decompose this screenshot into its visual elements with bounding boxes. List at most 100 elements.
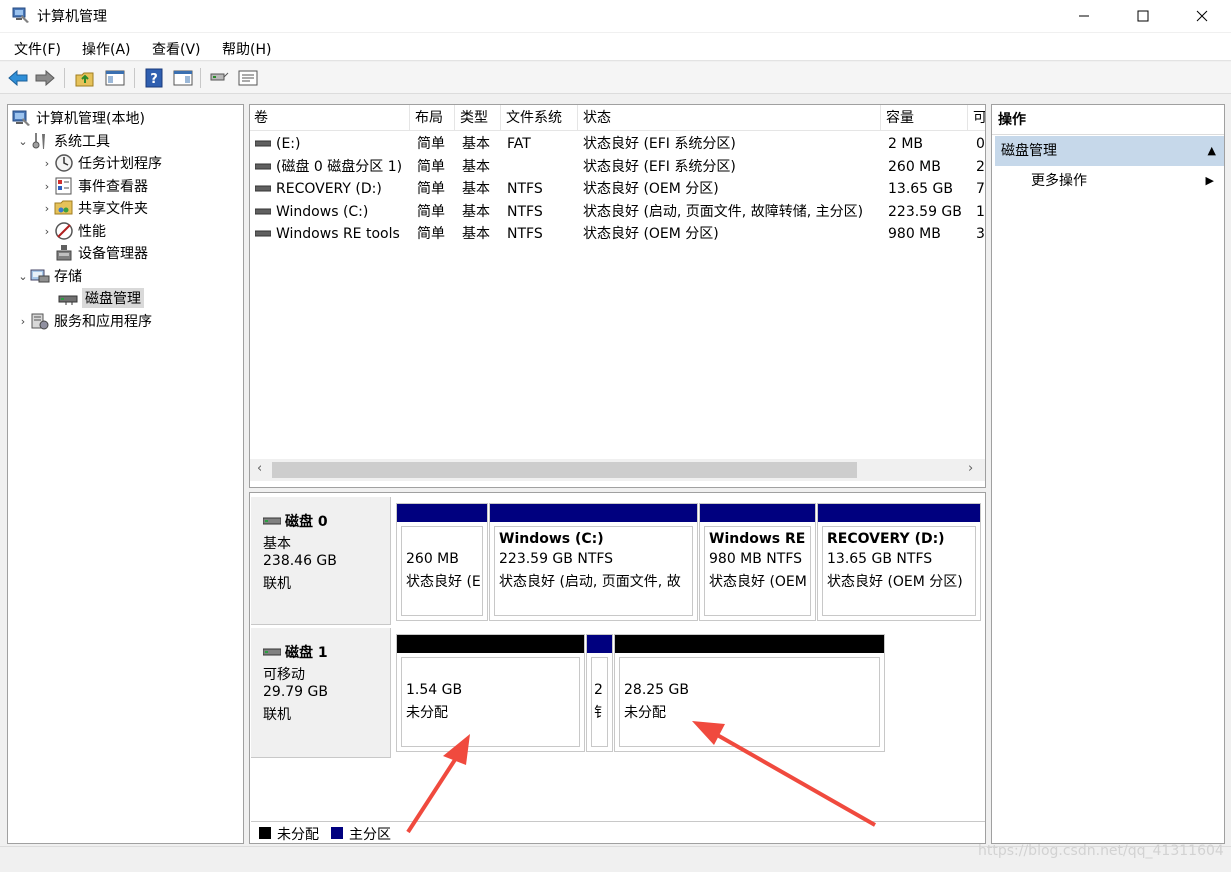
window-title: 计算机管理: [37, 9, 107, 25]
column-header-filesystem[interactable]: 文件系统: [502, 105, 578, 131]
partition-disk1-unallocated-2[interactable]: 28.25 GB 未分配: [614, 634, 885, 752]
primary-partition-bar: [587, 635, 612, 653]
column-header-layout[interactable]: 布局: [411, 105, 455, 131]
disk-icon: [263, 517, 281, 525]
tree-item-performance[interactable]: › 性能: [40, 220, 106, 242]
table-row[interactable]: Windows (C:) 简单 基本 NTFS 状态良好 (启动, 页面文件, 故障转储…: [250, 201, 985, 223]
partition-body: 28.25 GB 未分配: [619, 657, 880, 747]
volume-icon: [255, 140, 271, 147]
primary-partition-bar: [700, 504, 815, 522]
partition-disk1-primary-small[interactable]: 2 钅: [586, 634, 613, 752]
disk-size: 238.46 GB: [263, 553, 337, 569]
legend-swatch-primary: [331, 827, 343, 839]
table-row[interactable]: Windows RE tools 简单 基本 NTFS 状态良好 (OEM 分区) 980…: [250, 223, 985, 245]
maximize-button[interactable]: [1114, 0, 1172, 32]
minimize-button[interactable]: [1055, 0, 1113, 32]
tree-item-storage[interactable]: ⌄ 存储: [16, 265, 82, 287]
partition-body: RECOVERY (D:) 13.65 GB NTFS 状态良好 (OEM 分区…: [822, 526, 976, 616]
cell-free: 2: [976, 158, 985, 175]
cell-capacity: 260 MB: [888, 158, 941, 175]
tree-item-shared-folders[interactable]: › 共享文件夹: [40, 197, 148, 219]
menu-action[interactable]: 操作(A): [82, 39, 131, 59]
chevron-right-icon[interactable]: ›: [16, 315, 30, 328]
disk-kind: 基本: [263, 536, 291, 552]
tree-item-disk-management[interactable]: 磁盘管理: [58, 287, 144, 309]
storage-icon: [30, 269, 50, 283]
toolbar: ?: [0, 62, 1231, 94]
disk-1-info[interactable]: 磁盘 1 可移动 29.79 GB 联机: [251, 628, 391, 758]
more-actions-item[interactable]: 更多操作 ▶: [992, 168, 1224, 194]
disk-name: 磁盘 1: [263, 642, 328, 662]
chevron-down-icon[interactable]: ⌄: [16, 270, 30, 283]
primary-partition-bar: [818, 504, 980, 522]
tree-label: 计算机管理(本地): [36, 111, 145, 127]
menu-help[interactable]: 帮助(H): [222, 39, 271, 59]
tree-item-event-viewer[interactable]: › 事件查看器: [40, 175, 148, 197]
partition-disk0-windows-re[interactable]: Windows RE 980 MB NTFS 状态良好 (OEM: [699, 503, 816, 621]
disk-0-info[interactable]: 磁盘 0 基本 238.46 GB 联机: [251, 497, 391, 625]
column-header-status[interactable]: 状态: [579, 105, 881, 131]
chevron-right-icon[interactable]: ›: [40, 202, 54, 215]
column-header-volume[interactable]: 卷: [250, 105, 410, 131]
actions-pane: 操作 磁盘管理 ▲ 更多操作 ▶: [991, 104, 1225, 844]
tree-item-device-manager[interactable]: 设备管理器: [54, 242, 148, 264]
column-header-capacity[interactable]: 容量: [882, 105, 968, 131]
partition-title: Windows (C:): [499, 531, 604, 547]
cell-filesystem: NTFS: [507, 181, 543, 197]
chevron-right-icon[interactable]: ›: [40, 157, 54, 170]
show-hide-tree-button[interactable]: [104, 67, 126, 89]
legend-label-unallocated: 未分配: [277, 827, 319, 843]
connect-button[interactable]: [208, 67, 230, 89]
partition-size: 2: [594, 682, 603, 698]
services-icon: [31, 313, 49, 330]
scroll-right-arrow-icon[interactable]: ›: [968, 461, 973, 476]
column-header-free[interactable]: 可: [969, 105, 985, 131]
table-row[interactable]: (E:) 简单 基本 FAT 状态良好 (EFI 系统分区) 2 MB 0: [250, 133, 985, 155]
connect-icon: [210, 72, 229, 81]
back-arrow-icon: [8, 70, 28, 86]
maximize-icon: [1137, 10, 1149, 22]
volume-icon: [255, 185, 271, 192]
tree-item-computer-management[interactable]: 计算机管理(本地): [12, 107, 145, 129]
chevron-right-icon[interactable]: ›: [40, 180, 54, 193]
collapse-up-icon[interactable]: ▲: [1208, 136, 1216, 166]
close-button[interactable]: [1173, 0, 1231, 32]
cell-type: 基本: [462, 226, 490, 242]
tree-item-task-scheduler[interactable]: › 任务计划程序: [40, 152, 162, 174]
column-header-type[interactable]: 类型: [456, 105, 501, 131]
chevron-down-icon[interactable]: ⌄: [16, 135, 30, 148]
back-button[interactable]: [7, 67, 29, 89]
menu-view[interactable]: 查看(V): [152, 39, 201, 59]
partition-disk0-windows-c[interactable]: Windows (C:) 223.59 GB NTFS 状态良好 (启动, 页面…: [489, 503, 698, 621]
partition-disk0-efi[interactable]: 260 MB 状态良好 (E: [396, 503, 488, 621]
up-button[interactable]: [74, 67, 96, 89]
partition-disk0-recovery-d[interactable]: RECOVERY (D:) 13.65 GB NTFS 状态良好 (OEM 分区…: [817, 503, 981, 621]
cell-volume: RECOVERY (D:): [276, 181, 382, 197]
tree-item-system-tools[interactable]: ⌄ 系统工具: [16, 130, 110, 152]
table-row[interactable]: (磁盘 0 磁盘分区 1) 简单 基本 状态良好 (EFI 系统分区) 260 MB 2: [250, 156, 985, 178]
event-viewer-icon: [55, 177, 72, 195]
partition-disk1-unallocated-1[interactable]: 1.54 GB 未分配: [396, 634, 585, 752]
menu-file[interactable]: 文件(F): [14, 39, 61, 59]
cell-free: 7: [976, 181, 985, 197]
scrollbar-thumb[interactable]: [272, 462, 857, 478]
tree-item-services-applications[interactable]: › 服务和应用程序: [16, 310, 152, 332]
forward-button[interactable]: [34, 67, 56, 89]
disk-name: 磁盘 0: [263, 511, 328, 531]
chevron-right-icon[interactable]: ›: [40, 225, 54, 238]
show-hide-action-button[interactable]: [172, 67, 194, 89]
scroll-left-arrow-icon[interactable]: ‹: [257, 461, 262, 476]
cell-free: 3: [976, 226, 985, 242]
cell-status: 状态良好 (OEM 分区): [583, 181, 719, 197]
actions-section-disk-management[interactable]: 磁盘管理 ▲: [995, 136, 1224, 166]
cell-type: 基本: [462, 203, 490, 220]
horizontal-scrollbar[interactable]: ‹ ›: [250, 459, 985, 481]
table-row[interactable]: RECOVERY (D:) 简单 基本 NTFS 状态良好 (OEM 分区) 13.65 …: [250, 178, 985, 200]
help-button[interactable]: ?: [143, 67, 165, 89]
show-hide-action-icon: [173, 70, 193, 86]
partition-title: Windows RE: [709, 531, 806, 547]
up-folder-icon: [75, 72, 94, 87]
properties-button[interactable]: [237, 67, 259, 89]
cell-filesystem: NTFS: [507, 203, 543, 220]
volume-list-header: 卷 布局 类型 文件系统 状态 容量 可: [250, 105, 985, 131]
